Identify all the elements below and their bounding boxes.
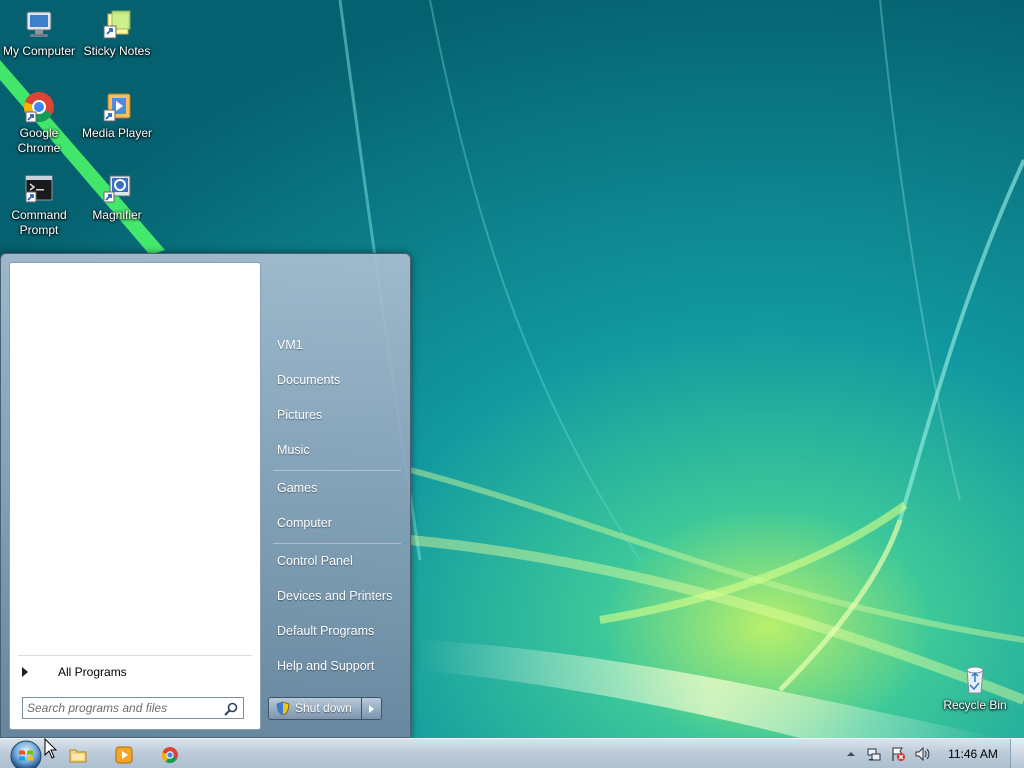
- start-item-help-and-support[interactable]: Help and Support: [277, 653, 405, 679]
- uac-shield-icon: [276, 701, 290, 716]
- start-menu-left-pane: All Programs: [9, 262, 261, 730]
- desktop-icon-label: Google Chrome: [17, 126, 61, 155]
- sticky-notes-icon: [103, 10, 131, 39]
- magnifier-icon: [103, 175, 131, 203]
- desktop-icon-label: Media Player: [81, 126, 153, 140]
- desktop-icon-label: Recycle Bin: [943, 698, 1007, 712]
- start-item-music[interactable]: Music: [277, 437, 405, 463]
- mouse-cursor-icon: [44, 738, 58, 759]
- start-menu: All Programs VM1 Documents Pictures Musi…: [0, 253, 411, 738]
- desktop-icon-sticky-notes[interactable]: Sticky Notes: [78, 8, 156, 59]
- taskbar-clock[interactable]: 11:46 AM: [940, 739, 1006, 768]
- desktop-icon-my-computer[interactable]: My Computer: [0, 8, 78, 59]
- volume-icon[interactable]: [914, 746, 930, 762]
- taskbar-explorer-button[interactable]: [56, 742, 100, 767]
- show-hidden-icons-icon[interactable]: [843, 746, 859, 762]
- desktop: My Computer Sticky Notes Google Chrome M…: [0, 0, 1024, 738]
- start-button[interactable]: [6, 739, 46, 768]
- network-icon[interactable]: [866, 746, 882, 762]
- explorer-folder-icon: [69, 749, 87, 763]
- desktop-icon-command-prompt[interactable]: Command Prompt: [0, 172, 78, 238]
- recycle-bin-icon: [966, 666, 984, 694]
- desktop-icon-google-chrome[interactable]: Google Chrome: [0, 90, 78, 156]
- start-item-default-programs[interactable]: Default Programs: [277, 618, 405, 644]
- desktop-icon-label: Magnifier: [92, 208, 142, 222]
- start-item-vm1[interactable]: VM1: [277, 332, 405, 358]
- shutdown-options-button[interactable]: [361, 697, 382, 720]
- start-item-documents[interactable]: Documents: [277, 367, 405, 393]
- divider: [18, 655, 252, 656]
- media-player-icon: [103, 93, 131, 122]
- desktop-icon-media-player[interactable]: Media Player: [78, 90, 156, 141]
- start-item-control-panel[interactable]: Control Panel: [277, 548, 405, 574]
- recent-programs-list: [10, 263, 260, 653]
- desktop-icon-label: Sticky Notes: [83, 44, 151, 58]
- all-programs-button[interactable]: All Programs: [18, 661, 252, 683]
- command-prompt-icon: [25, 175, 53, 203]
- taskbar-chrome-button[interactable]: [148, 742, 192, 767]
- shutdown-label: Shut down: [295, 701, 352, 715]
- desktop-icon-label: My Computer: [2, 44, 76, 58]
- search-icon[interactable]: [223, 701, 239, 717]
- divider: [273, 543, 401, 544]
- start-item-pictures[interactable]: Pictures: [277, 402, 405, 428]
- taskbar-media-player-button[interactable]: [102, 742, 146, 767]
- taskbar: 11:46 AM: [0, 738, 1024, 768]
- show-desktop-button[interactable]: [1010, 739, 1024, 768]
- media-player-icon: [115, 746, 133, 764]
- desktop-icon-label: Command Prompt: [11, 208, 67, 237]
- triangle-right-icon: [22, 667, 28, 677]
- chrome-icon: [24, 92, 54, 123]
- divider: [273, 470, 401, 471]
- action-center-icon[interactable]: [890, 746, 906, 762]
- desktop-icon-recycle-bin[interactable]: Recycle Bin: [936, 662, 1014, 713]
- start-item-computer[interactable]: Computer: [277, 510, 405, 536]
- search-input[interactable]: [27, 699, 217, 717]
- search-box[interactable]: [22, 697, 244, 719]
- start-menu-right-pane: VM1 Documents Pictures Music Games Compu…: [267, 254, 411, 738]
- all-programs-label: All Programs: [58, 665, 127, 679]
- start-item-devices-and-printers[interactable]: Devices and Printers: [277, 583, 405, 609]
- desktop-icon-magnifier[interactable]: Magnifier: [78, 172, 156, 223]
- start-item-games[interactable]: Games: [277, 475, 405, 501]
- shutdown-button[interactable]: Shut down: [268, 697, 362, 720]
- triangle-right-icon: [369, 705, 374, 713]
- computer-icon: [26, 11, 52, 37]
- chrome-icon: [162, 747, 178, 764]
